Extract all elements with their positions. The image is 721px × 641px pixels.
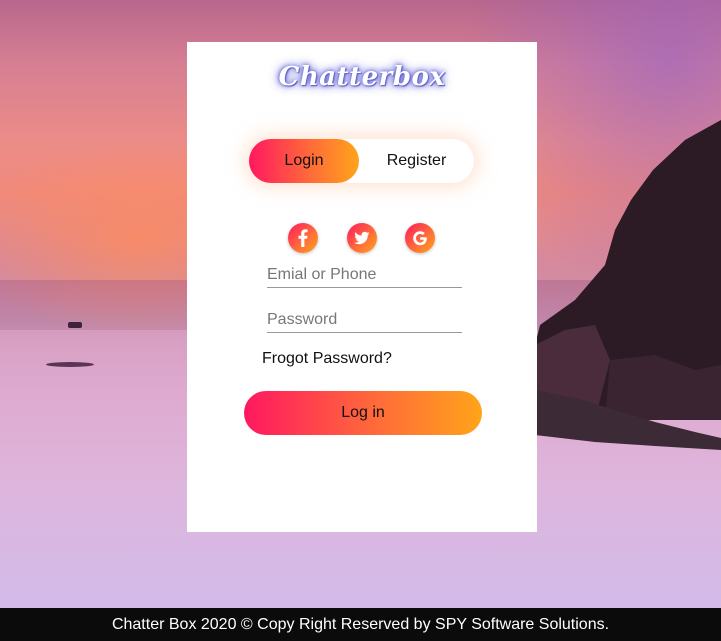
tab-login[interactable]: Login bbox=[249, 139, 359, 183]
google-icon[interactable] bbox=[405, 223, 435, 253]
footer: Chatter Box 2020 © Copy Right Reserved b… bbox=[0, 608, 721, 641]
login-card: Chatterbox Login Register Frogot Passwor… bbox=[187, 42, 537, 532]
brand-logo: Chatterbox bbox=[278, 62, 446, 92]
twitter-icon[interactable] bbox=[347, 223, 377, 253]
password-field[interactable] bbox=[267, 308, 462, 333]
login-button[interactable]: Log in bbox=[244, 391, 482, 435]
facebook-icon[interactable] bbox=[288, 223, 318, 253]
islet-silhouette bbox=[46, 362, 94, 367]
tab-register[interactable]: Register bbox=[359, 139, 474, 183]
cliff-silhouette bbox=[535, 120, 721, 420]
footer-text: Chatter Box 2020 © Copy Right Reserved b… bbox=[111, 616, 610, 633]
social-login-group bbox=[187, 223, 537, 253]
rocks-silhouette bbox=[535, 390, 721, 450]
auth-toggle: Login Register bbox=[249, 139, 474, 183]
forgot-password-link[interactable]: Frogot Password? bbox=[262, 350, 392, 368]
email-field[interactable] bbox=[267, 263, 462, 288]
boat-silhouette bbox=[68, 322, 82, 328]
